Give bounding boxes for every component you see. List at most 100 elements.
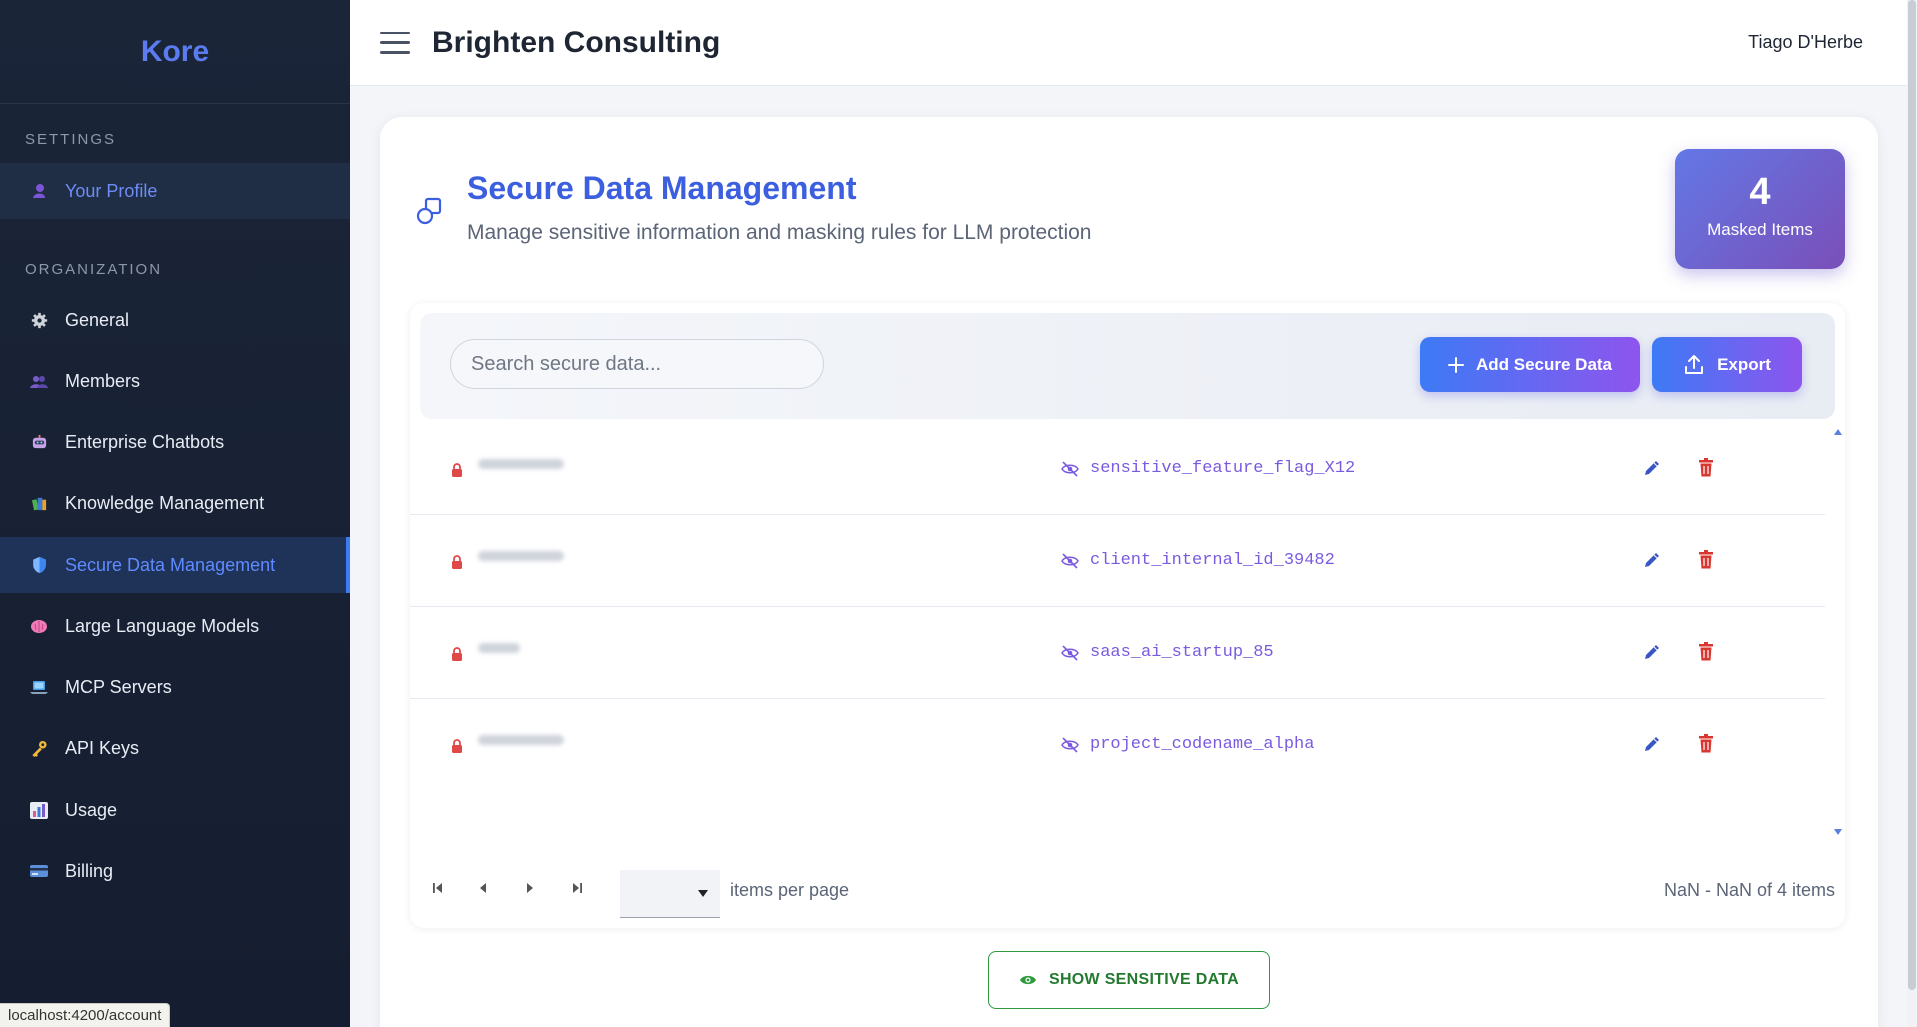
sidebar-item-label: Billing (65, 860, 114, 881)
sidebar-item-label: General (65, 309, 130, 330)
delete-trash-icon[interactable] (1698, 642, 1714, 666)
sidebar-item-enterprise-chatbots[interactable]: Enterprise Chatbots (0, 414, 350, 470)
scroll-up-arrow-icon[interactable] (1834, 429, 1842, 435)
shapes-icon (414, 195, 446, 227)
masked-value (478, 643, 520, 653)
export-label: Export (1717, 354, 1771, 374)
masked-items-stat: 4 Masked Items (1675, 149, 1845, 269)
key-icon (30, 739, 48, 757)
eye-off-icon (1061, 645, 1079, 666)
sidebar-item-label: Usage (65, 799, 118, 820)
user-icon (30, 182, 48, 200)
secure-data-card: Secure Data Management Manage sensitive … (380, 117, 1878, 1027)
delete-trash-icon[interactable] (1698, 458, 1714, 482)
chevron-down-icon (698, 890, 708, 897)
sidebar-item-label: Knowledge Management (65, 492, 265, 513)
sidebar-item-label: MCP Servers (65, 676, 172, 697)
eye-off-icon (1061, 461, 1079, 482)
show-sensitive-data-label: SHOW SENSITIVE DATA (1048, 971, 1239, 988)
lock-icon (451, 647, 463, 666)
edit-pencil-icon[interactable] (1642, 734, 1662, 759)
robot-icon (30, 433, 48, 451)
page-range-label: NaN - NaN of 4 items (1663, 880, 1835, 900)
paginator: items per page NaN - NaN of 4 items (410, 858, 1845, 918)
hamburger-menu-icon[interactable] (380, 31, 410, 54)
edit-pencil-icon[interactable] (1642, 550, 1662, 575)
sidebar-item-api-keys[interactable]: API Keys (0, 720, 350, 776)
delete-trash-icon[interactable] (1698, 550, 1714, 574)
delete-trash-icon[interactable] (1698, 734, 1714, 758)
sidebar: Kore SETTINGS Your Profile ORGANIZATION … (0, 0, 350, 1027)
lock-icon (451, 739, 463, 758)
page-subtitle: Manage sensitive information and masking… (467, 221, 1092, 244)
masked-value (478, 459, 564, 469)
lock-icon (451, 463, 463, 482)
sidebar-item-mcp-servers[interactable]: MCP Servers (0, 659, 350, 715)
items-per-page-label: items per page (730, 880, 850, 900)
sidebar-item-label: API Keys (65, 737, 140, 758)
masked-items-count: 4 (1749, 171, 1771, 213)
edit-pencil-icon[interactable] (1642, 642, 1662, 667)
masked-value (478, 735, 564, 745)
laptop-icon (30, 678, 48, 696)
masked-value (478, 551, 564, 561)
search-input[interactable] (450, 339, 824, 389)
first-page-icon[interactable] (428, 880, 448, 896)
table-row: client_internal_id_39482 (410, 515, 1825, 607)
sidebar-item-usage[interactable]: Usage (0, 782, 350, 838)
token-value: saas_ai_startup_85 (1090, 643, 1274, 662)
add-secure-data-label: Add Secure Data (1475, 354, 1613, 374)
sidebar-item-label: Members (65, 370, 141, 391)
page-scrollbar[interactable] (1907, 0, 1917, 1027)
secure-data-table: Add Secure Data Export sensitive_feature… (410, 303, 1845, 928)
table-row: sensitive_feature_flag_X12 (410, 423, 1825, 515)
table-toolbar: Add Secure Data Export (420, 313, 1835, 419)
plus-icon (1447, 356, 1464, 373)
shield-icon (30, 556, 48, 574)
page-title: Secure Data Management (467, 170, 857, 206)
books-icon (30, 494, 48, 512)
bar-chart-icon (30, 801, 48, 819)
settings-section-label: SETTINGS (25, 131, 117, 148)
organization-title: Brighten Consulting (432, 25, 721, 59)
show-sensitive-data-button[interactable]: SHOW SENSITIVE DATA (988, 951, 1270, 1009)
user-menu[interactable]: Tiago D'Herbe (1748, 32, 1863, 53)
edit-pencil-icon[interactable] (1642, 458, 1662, 483)
members-icon (30, 372, 48, 390)
credit-card-icon (30, 862, 48, 880)
top-header: Brighten Consulting Tiago D'Herbe (350, 0, 1917, 86)
token-value: sensitive_feature_flag_X12 (1090, 459, 1356, 478)
token-value: client_internal_id_39482 (1090, 551, 1335, 570)
sidebar-item-billing[interactable]: Billing (0, 843, 350, 899)
sidebar-item-knowledge-management[interactable]: Knowledge Management (0, 475, 350, 531)
add-secure-data-button[interactable]: Add Secure Data (1420, 337, 1640, 392)
sidebar-item-label: Secure Data Management (65, 554, 276, 575)
brain-icon (30, 617, 48, 635)
upload-icon (1683, 354, 1705, 376)
next-page-icon[interactable] (520, 880, 540, 896)
sidebar-item-label: Your Profile (65, 180, 158, 201)
sidebar-item-large-language-models[interactable]: Large Language Models (0, 598, 350, 654)
scroll-down-arrow-icon[interactable] (1834, 829, 1842, 835)
token-value: project_codename_alpha (1090, 735, 1315, 754)
sidebar-item-members[interactable]: Members (0, 353, 350, 409)
masked-items-label: Masked Items (1707, 220, 1813, 239)
eye-icon (1019, 974, 1037, 986)
sidebar-item-general[interactable]: General (0, 292, 350, 348)
table-row: saas_ai_startup_85 (410, 607, 1825, 699)
organization-section-label: ORGANIZATION (25, 261, 163, 278)
sidebar-item-secure-data-management[interactable]: Secure Data Management (0, 537, 350, 593)
previous-page-icon[interactable] (473, 880, 493, 896)
page-scrollbar-thumb[interactable] (1908, 0, 1916, 990)
items-per-page-select[interactable] (620, 870, 720, 918)
list-scrollbar[interactable] (1831, 423, 1845, 843)
sidebar-item-your-profile[interactable]: Your Profile (0, 163, 350, 219)
export-button[interactable]: Export (1652, 337, 1802, 392)
table-row: project_codename_alpha (410, 699, 1825, 791)
brand-logo[interactable]: Kore (0, 0, 350, 104)
gear-icon (30, 311, 48, 329)
eye-off-icon (1061, 553, 1079, 574)
last-page-icon[interactable] (567, 880, 587, 896)
secure-data-list: sensitive_feature_flag_X12 client_intern… (410, 423, 1825, 791)
sidebar-item-label: Large Language Models (65, 615, 260, 636)
